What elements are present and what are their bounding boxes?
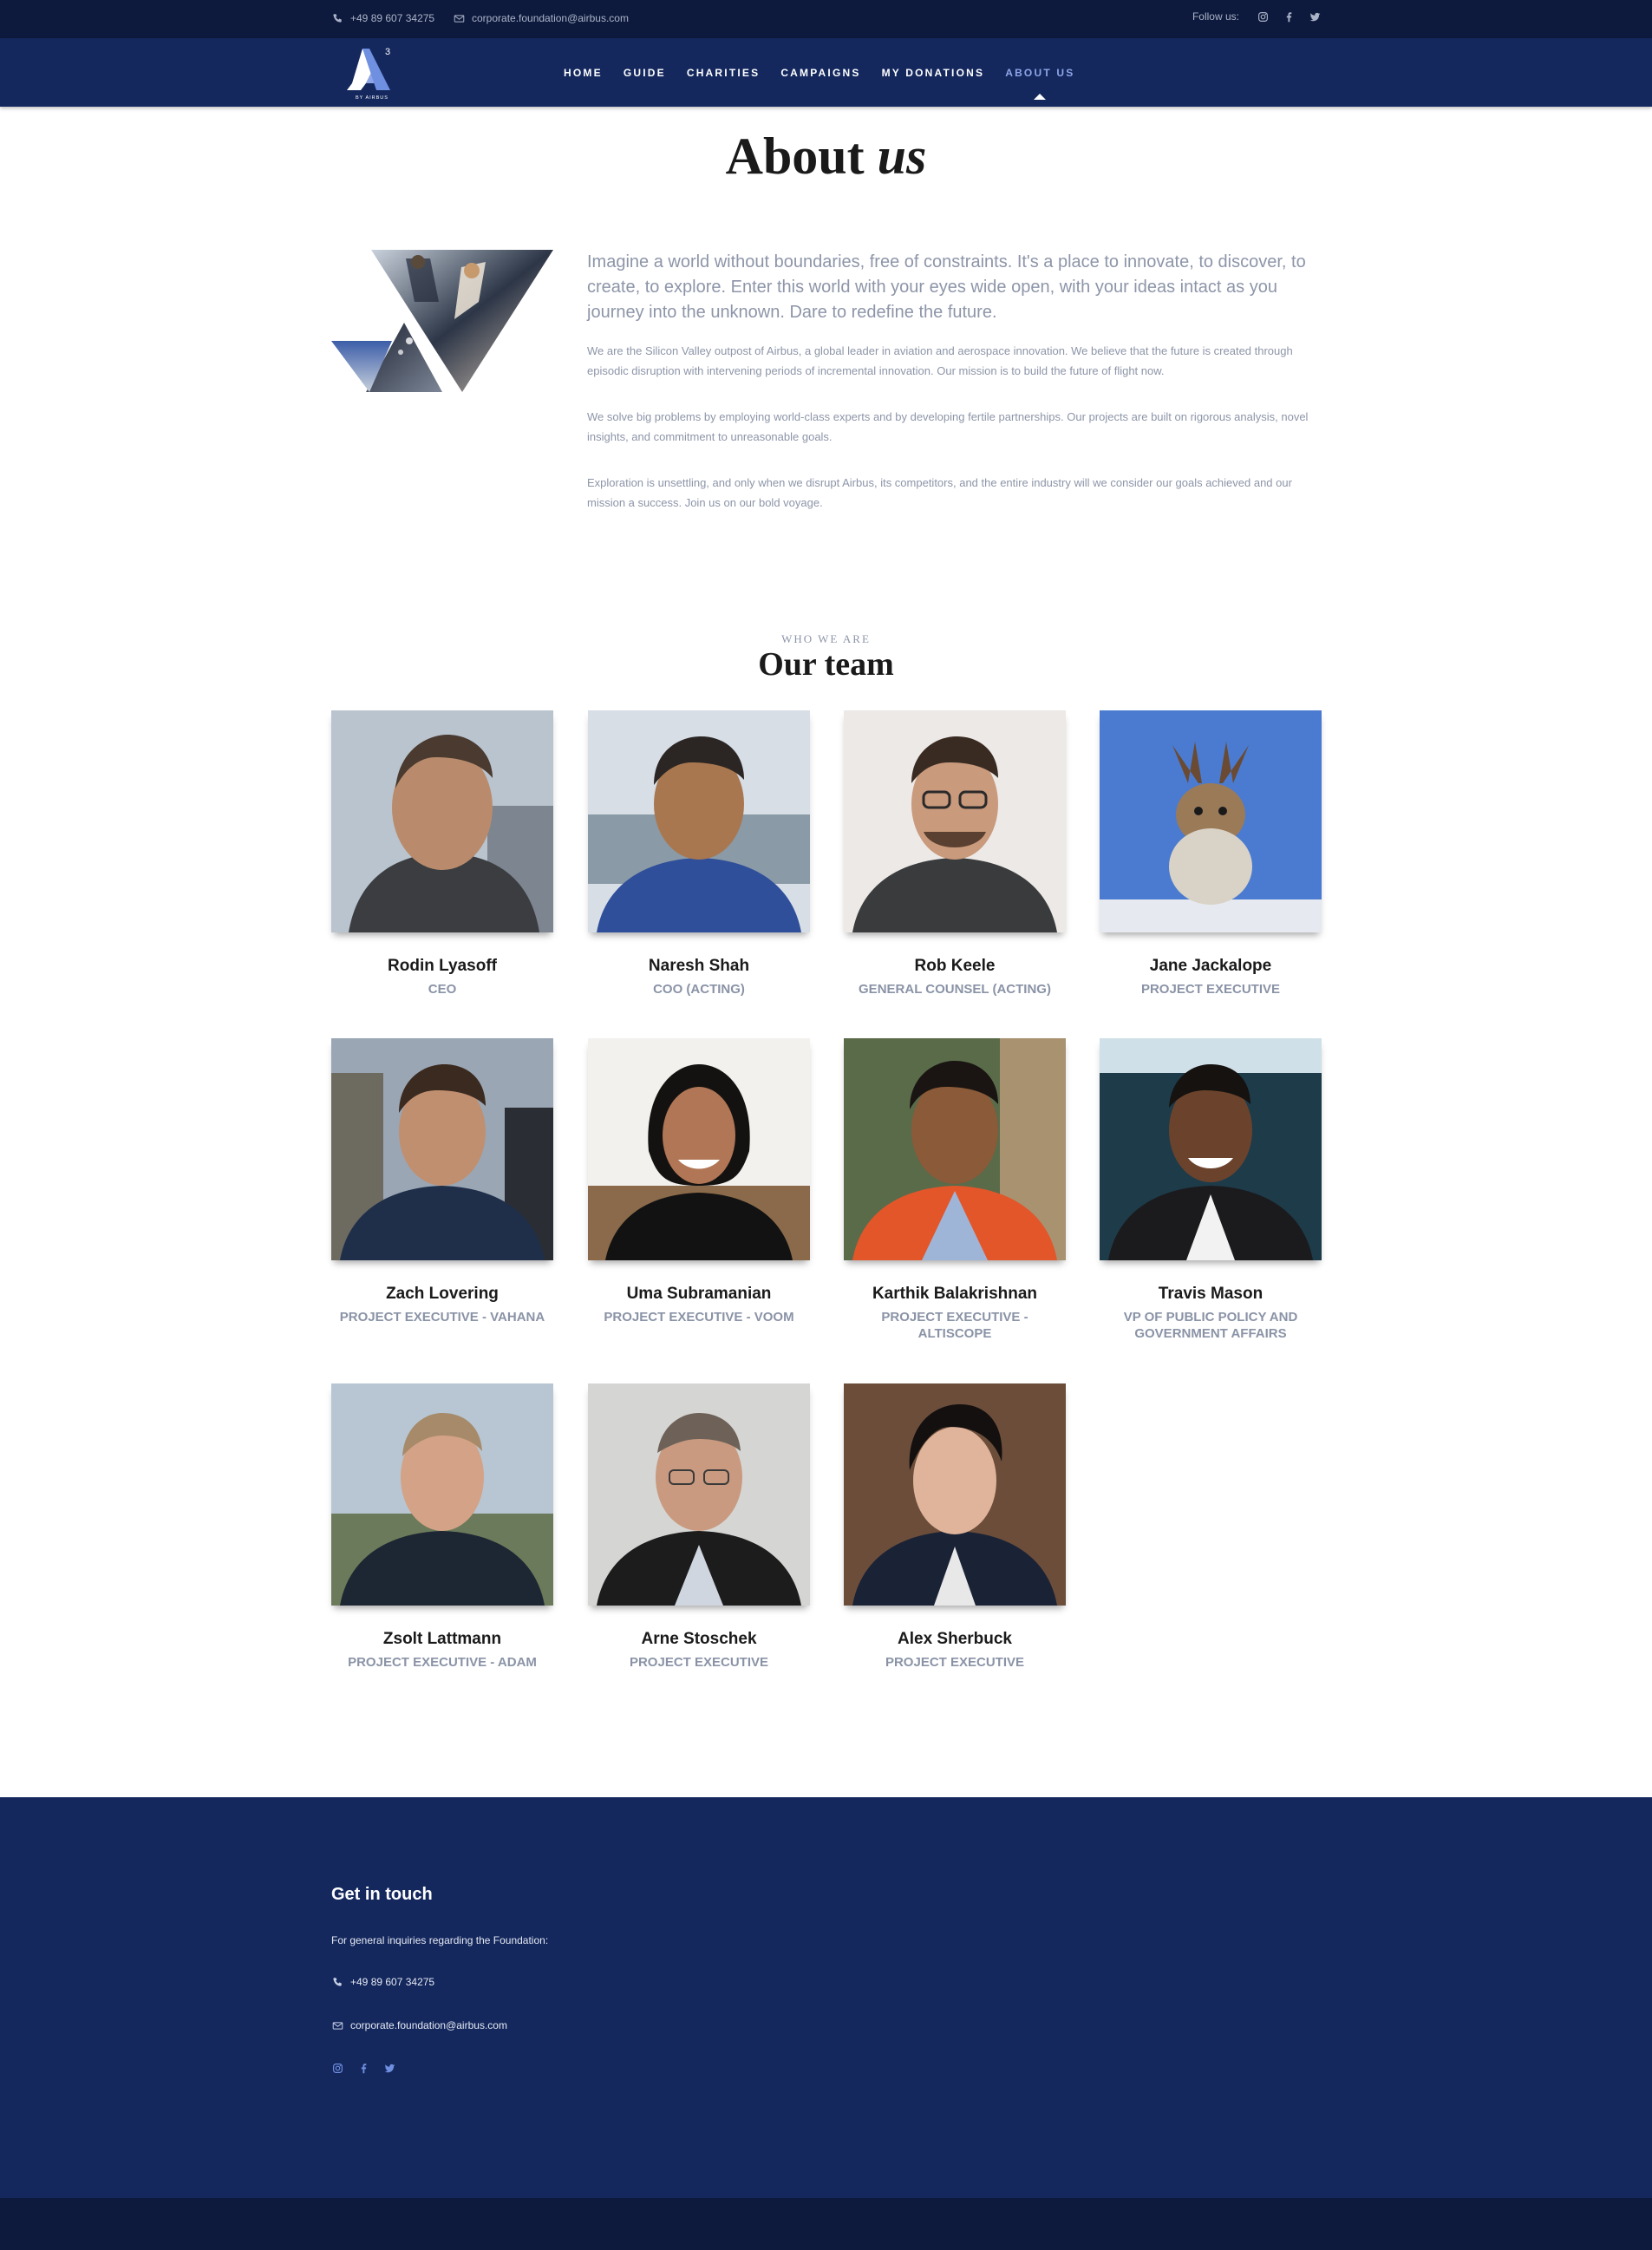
main-navbar: 3 BY AIRBUS HOME GUIDE CHARITIES CAMPAIG… bbox=[0, 38, 1652, 107]
mail-icon bbox=[453, 12, 465, 24]
page-title-main: About bbox=[725, 128, 865, 185]
intro-paragraph: We solve big problems by employing world… bbox=[587, 410, 1309, 443]
footer-email-text: corporate.foundation@airbus.com bbox=[350, 2019, 507, 2031]
topbar-email[interactable]: corporate.foundation@airbus.com bbox=[453, 12, 629, 24]
member-photo bbox=[331, 1383, 553, 1606]
twitter-icon[interactable] bbox=[383, 2062, 395, 2074]
member-name: Naresh Shah bbox=[648, 957, 750, 975]
team-member-card: Rob Keele GENERAL COUNSEL (ACTING) bbox=[844, 710, 1066, 997]
topbar-phone-text: +49 89 607 34275 bbox=[350, 12, 435, 24]
team-member-card: Zsolt Lattmann PROJECT EXECUTIVE - ADAM bbox=[331, 1383, 553, 1671]
team-eyebrow: WHO WE ARE bbox=[781, 632, 871, 645]
member-name: Jane Jackalope bbox=[1149, 957, 1272, 975]
nav-my-donations[interactable]: MY DONATIONS bbox=[882, 67, 985, 79]
intro-lead: Imagine a world without boundaries, free… bbox=[587, 252, 1306, 322]
member-role: PROJECT EXECUTIVE - ADAM bbox=[348, 1655, 537, 1670]
follow-us-label: Follow us: bbox=[1192, 10, 1239, 23]
facebook-icon[interactable] bbox=[357, 2062, 369, 2074]
instagram-icon[interactable] bbox=[1257, 10, 1269, 23]
logo-caption: BY AIRBUS bbox=[356, 95, 389, 101]
intro-paragraph: Exploration is unsettling, and only when… bbox=[587, 476, 1292, 509]
twitter-icon[interactable] bbox=[1309, 10, 1321, 23]
member-name: Uma Subramanian bbox=[626, 1285, 772, 1303]
member-name: Rob Keele bbox=[914, 957, 996, 975]
logo-superscript: 3 bbox=[385, 47, 390, 57]
phone-icon bbox=[331, 1976, 343, 1988]
primary-nav: HOME GUIDE CHARITIES CAMPAIGNS MY DONATI… bbox=[564, 38, 1074, 107]
team-member-card: Naresh Shah COO (ACTING) bbox=[588, 710, 810, 997]
member-name: Travis Mason bbox=[1158, 1285, 1263, 1303]
team-member-card: Arne Stoschek PROJECT EXECUTIVE bbox=[588, 1383, 810, 1671]
nav-about-us[interactable]: ABOUT US bbox=[1005, 67, 1074, 100]
bottom-bar bbox=[0, 2198, 1652, 2250]
member-photo bbox=[844, 1383, 1066, 1606]
footer-subtitle: For general inquiries regarding the Foun… bbox=[331, 1934, 549, 1946]
team-member-card: Zach Lovering PROJECT EXECUTIVE - VAHANA bbox=[331, 1038, 553, 1325]
member-role: PROJECT EXECUTIVE - VAHANA bbox=[339, 1310, 545, 1324]
page-title-emphasis: us bbox=[877, 128, 927, 185]
member-photo bbox=[1100, 710, 1322, 932]
member-role: GENERAL COUNSEL (ACTING) bbox=[859, 982, 1051, 997]
footer-phone[interactable]: +49 89 607 34275 bbox=[331, 1976, 434, 1988]
member-photo bbox=[844, 710, 1066, 932]
team-member-card: Uma Subramanian PROJECT EXECUTIVE - VOOM bbox=[588, 1038, 810, 1325]
member-role: PROJECT EXECUTIVE - ALTISCOPE bbox=[881, 1310, 1028, 1341]
team-member-card: Travis Mason VP OF PUBLIC POLICY AND GOV… bbox=[1100, 1038, 1322, 1342]
footer-social bbox=[331, 2062, 395, 2074]
instagram-icon[interactable] bbox=[331, 2062, 343, 2074]
member-photo bbox=[588, 1038, 810, 1260]
team-member-card: Jane Jackalope PROJECT EXECUTIVE bbox=[1100, 710, 1322, 997]
a3-logo[interactable]: 3 BY AIRBUS bbox=[343, 43, 409, 102]
team-member-card: Karthik Balakrishnan PROJECT EXECUTIVE -… bbox=[844, 1038, 1066, 1342]
member-role: PROJECT EXECUTIVE bbox=[1140, 982, 1281, 997]
member-name: Alex Sherbuck bbox=[898, 1630, 1012, 1648]
topbar-phone[interactable]: +49 89 607 34275 bbox=[331, 12, 434, 24]
team-member-card: Rodin Lyasoff CEO bbox=[331, 710, 553, 997]
top-contact-bar: +49 89 607 34275 corporate.foundation@ai… bbox=[0, 0, 1652, 38]
nav-charities[interactable]: CHARITIES bbox=[687, 67, 760, 79]
footer: Get in touch For general inquiries regar… bbox=[0, 1797, 1652, 2198]
member-role: COO (ACTING) bbox=[653, 982, 745, 997]
footer-phone-text: +49 89 607 34275 bbox=[350, 1976, 435, 1988]
topbar-email-text: corporate.foundation@airbus.com bbox=[472, 12, 629, 24]
member-name: Rodin Lyasoff bbox=[388, 957, 497, 975]
intro-paragraph: We are the Silicon Valley outpost of Air… bbox=[587, 344, 1293, 377]
mail-icon bbox=[331, 2019, 343, 2031]
member-name: Karthik Balakrishnan bbox=[872, 1285, 1038, 1303]
member-name: Zach Lovering bbox=[386, 1285, 499, 1303]
intro-section: Imagine a world without boundaries, free… bbox=[587, 250, 1321, 539]
member-role: PROJECT EXECUTIVE bbox=[629, 1655, 769, 1670]
member-role: PROJECT EXECUTIVE bbox=[885, 1655, 1025, 1670]
member-photo bbox=[844, 1038, 1066, 1260]
footer-title: Get in touch bbox=[331, 1885, 433, 1904]
member-photo bbox=[331, 1038, 553, 1260]
member-photo bbox=[588, 1383, 810, 1606]
member-role: PROJECT EXECUTIVE - VOOM bbox=[604, 1310, 794, 1324]
member-role: CEO bbox=[428, 982, 457, 997]
team-member-card: Alex Sherbuck PROJECT EXECUTIVE bbox=[844, 1383, 1066, 1671]
member-name: Arne Stoschek bbox=[641, 1630, 757, 1648]
member-photo bbox=[331, 710, 553, 932]
team-title: Our team bbox=[758, 646, 894, 683]
page-title: About us bbox=[0, 127, 1652, 186]
nav-campaigns[interactable]: CAMPAIGNS bbox=[780, 67, 860, 79]
member-photo bbox=[588, 710, 810, 932]
member-photo bbox=[1100, 1038, 1322, 1260]
intro-triangle-collage bbox=[331, 250, 553, 392]
nav-home[interactable]: HOME bbox=[564, 67, 603, 79]
footer-email[interactable]: corporate.foundation@airbus.com bbox=[331, 2019, 507, 2031]
phone-icon bbox=[331, 12, 343, 24]
member-name: Zsolt Lattmann bbox=[382, 1630, 502, 1648]
nav-guide[interactable]: GUIDE bbox=[624, 67, 666, 79]
member-role: VP OF PUBLIC POLICY AND GOVERNMENT AFFAI… bbox=[1123, 1310, 1298, 1341]
facebook-icon[interactable] bbox=[1283, 10, 1295, 23]
follow-us: Follow us: bbox=[1192, 10, 1321, 23]
